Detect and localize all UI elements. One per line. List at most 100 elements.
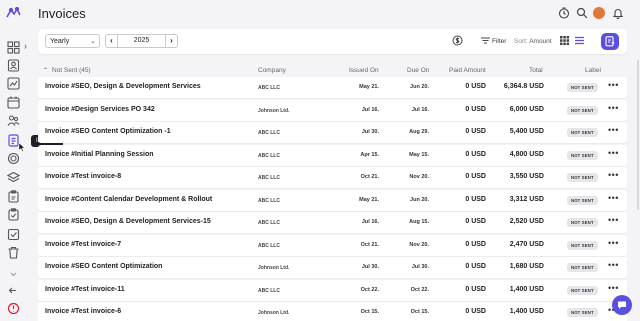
invoice-paid: 0 USD (465, 240, 486, 248)
period-select[interactable]: Yearly ⌄ (45, 34, 100, 48)
invoice-name[interactable]: Invoice #SEO, Design & Development Servi… (45, 218, 211, 225)
invoice-issued: Jul 16. (361, 106, 379, 113)
status-badge: NOT SENT (567, 128, 598, 137)
currency-toggle-icon[interactable] (452, 35, 463, 46)
more-options-icon[interactable]: ••• (608, 103, 619, 113)
chat-button[interactable] (612, 295, 632, 315)
invoice-total: 6,364.8 USD (503, 83, 544, 90)
status-badge: NOT SENT (567, 195, 598, 205)
invoice-name[interactable]: Invoice #Test invoice-7 (45, 241, 121, 248)
invoice-total: 1,400 USD (509, 308, 544, 315)
column-header-paid[interactable]: Paid Amount (449, 67, 486, 74)
collapse-icon[interactable] (7, 284, 20, 297)
expand-sidebar-chevron-icon[interactable]: › (24, 41, 30, 51)
chevron-down-icon: ⌄ (90, 38, 96, 45)
scrollbar[interactable] (637, 60, 639, 210)
invoice-company: ABC LLC (258, 152, 280, 159)
table-row[interactable]: Invoice #SEO Content Optimization -1 ABC… (38, 122, 627, 143)
table-row[interactable]: Invoice #SEO, Design & Development Servi… (38, 77, 627, 98)
invoice-company: Johnson Ltd. (258, 310, 290, 316)
invoice-name[interactable]: Invoice #Content Calendar Development & … (45, 196, 212, 203)
avatar[interactable] (593, 7, 605, 19)
invoice-due: Jul 30. (411, 264, 429, 270)
table-row[interactable]: Invoice #Initial Planning Session ABC LL… (38, 144, 627, 166)
invoice-company: Johnson Ltd. (258, 265, 290, 271)
clipboard-check-icon[interactable] (7, 208, 20, 221)
more-down-icon[interactable] (7, 268, 20, 281)
more-options-icon[interactable]: ••• (608, 125, 619, 135)
column-header-label[interactable]: Label (585, 67, 601, 74)
page-title: Invoices (38, 6, 86, 21)
chart-icon[interactable] (7, 77, 20, 90)
invoice-name[interactable]: Invoice #Test invoice-11 (45, 286, 125, 293)
sidebar: › Invoices (0, 0, 64, 321)
timer-icon[interactable] (558, 7, 570, 19)
column-header-issued[interactable]: Issued On (349, 67, 379, 74)
more-options-icon[interactable]: ••• (608, 215, 619, 225)
contacts-icon[interactable] (7, 59, 20, 72)
invoice-name[interactable]: Invoice #Design Services PO 342 (45, 106, 155, 113)
filter-icon[interactable] (480, 35, 491, 46)
invoice-name[interactable]: Invoice #SEO, Design & Development Servi… (45, 83, 201, 90)
group-header-not-sent[interactable]: Not Sent (45) (52, 67, 91, 74)
invoice-name[interactable]: Invoice #SEO Content Optimization (45, 263, 162, 270)
sort-control[interactable]: Sort: Amount (514, 38, 552, 45)
invoice-name[interactable]: Invoice #SEO Content Optimization -1 (45, 128, 171, 135)
invoice-issued: Oct 15. (360, 309, 379, 315)
invoice-name[interactable]: Invoice #Test invoice-8 (45, 173, 121, 180)
column-header-total[interactable]: Total (529, 67, 543, 74)
invoice-total: 5,400 USD (509, 128, 544, 135)
app-logo-icon[interactable] (5, 5, 22, 20)
more-options-icon[interactable]: ••• (608, 238, 619, 248)
invoice-paid: 0 USD (465, 105, 486, 113)
filter-button[interactable]: Filter (492, 38, 506, 45)
column-header-company[interactable]: Company (258, 67, 286, 74)
more-options-icon[interactable]: ••• (608, 80, 619, 90)
invoice-due: Oct 22. (410, 286, 429, 293)
grid-view-icon[interactable] (559, 35, 570, 46)
invoice-due: Oct 15. (410, 309, 429, 315)
table-row[interactable]: Invoice #Test invoice-6 Johnson Ltd. Oct… (38, 302, 627, 321)
year-value: 2025 (133, 37, 150, 44)
clipboard-icon[interactable] (7, 190, 20, 203)
more-options-icon[interactable]: ••• (608, 170, 619, 180)
table-row[interactable]: Invoice #Test invoice-11 ABC LLC Oct 22.… (38, 279, 627, 301)
table-row[interactable]: Invoice #Test invoice-8 ABC LLC Oct 21. … (38, 167, 627, 188)
alert-icon[interactable] (7, 302, 20, 315)
bell-icon[interactable] (612, 7, 624, 19)
invoice-name[interactable]: Invoice #Test invoice-6 (45, 308, 121, 315)
invoice-issued: Oct 22. (360, 286, 379, 293)
add-invoice-button[interactable] (601, 33, 619, 50)
invoice-issued: Oct 21. (360, 174, 379, 180)
layers-icon[interactable] (7, 171, 20, 184)
invoice-due: Aug 15. (409, 219, 429, 225)
more-options-icon[interactable]: ••• (608, 283, 619, 293)
invoice-issued: Jul 30. (361, 129, 379, 135)
invoice-paid: 0 USD (465, 195, 486, 203)
invoice-due: Nov 20. (409, 241, 429, 248)
table-row[interactable]: Invoice #SEO Content Optimization Johnso… (38, 257, 627, 278)
target-icon[interactable] (7, 152, 20, 165)
calendar-icon[interactable] (7, 96, 20, 109)
people-icon[interactable] (7, 114, 20, 127)
more-options-icon[interactable]: ••• (608, 260, 619, 270)
next-year-button[interactable]: › (165, 35, 177, 47)
search-icon[interactable] (576, 7, 588, 19)
task-icon[interactable] (7, 228, 20, 241)
column-header-due[interactable]: Due On (407, 67, 429, 74)
table-row[interactable]: Invoice #Design Services PO 342 Johnson … (38, 99, 627, 121)
trash-icon[interactable] (7, 246, 20, 259)
more-options-icon[interactable]: ••• (608, 148, 619, 158)
collapse-group-icon[interactable]: ⌃ (43, 67, 48, 74)
dashboard-icon[interactable] (7, 41, 20, 54)
invoice-company: ABC LLC (258, 85, 280, 91)
table-row[interactable]: Invoice #SEO, Design & Development Servi… (38, 212, 627, 233)
table-row[interactable]: Invoice #Test invoice-7 ABC LLC Oct 21. … (38, 234, 627, 256)
table-row[interactable]: Invoice #Content Calendar Development & … (38, 189, 627, 211)
list-view-icon[interactable] (574, 35, 585, 46)
invoice-name[interactable]: Invoice #Initial Planning Session (45, 151, 154, 158)
more-options-icon[interactable]: ••• (608, 193, 619, 203)
previous-year-button[interactable]: ‹ (106, 35, 118, 47)
invoice-issued: Oct 21. (360, 241, 379, 248)
invoice-paid: 0 USD (465, 285, 486, 293)
